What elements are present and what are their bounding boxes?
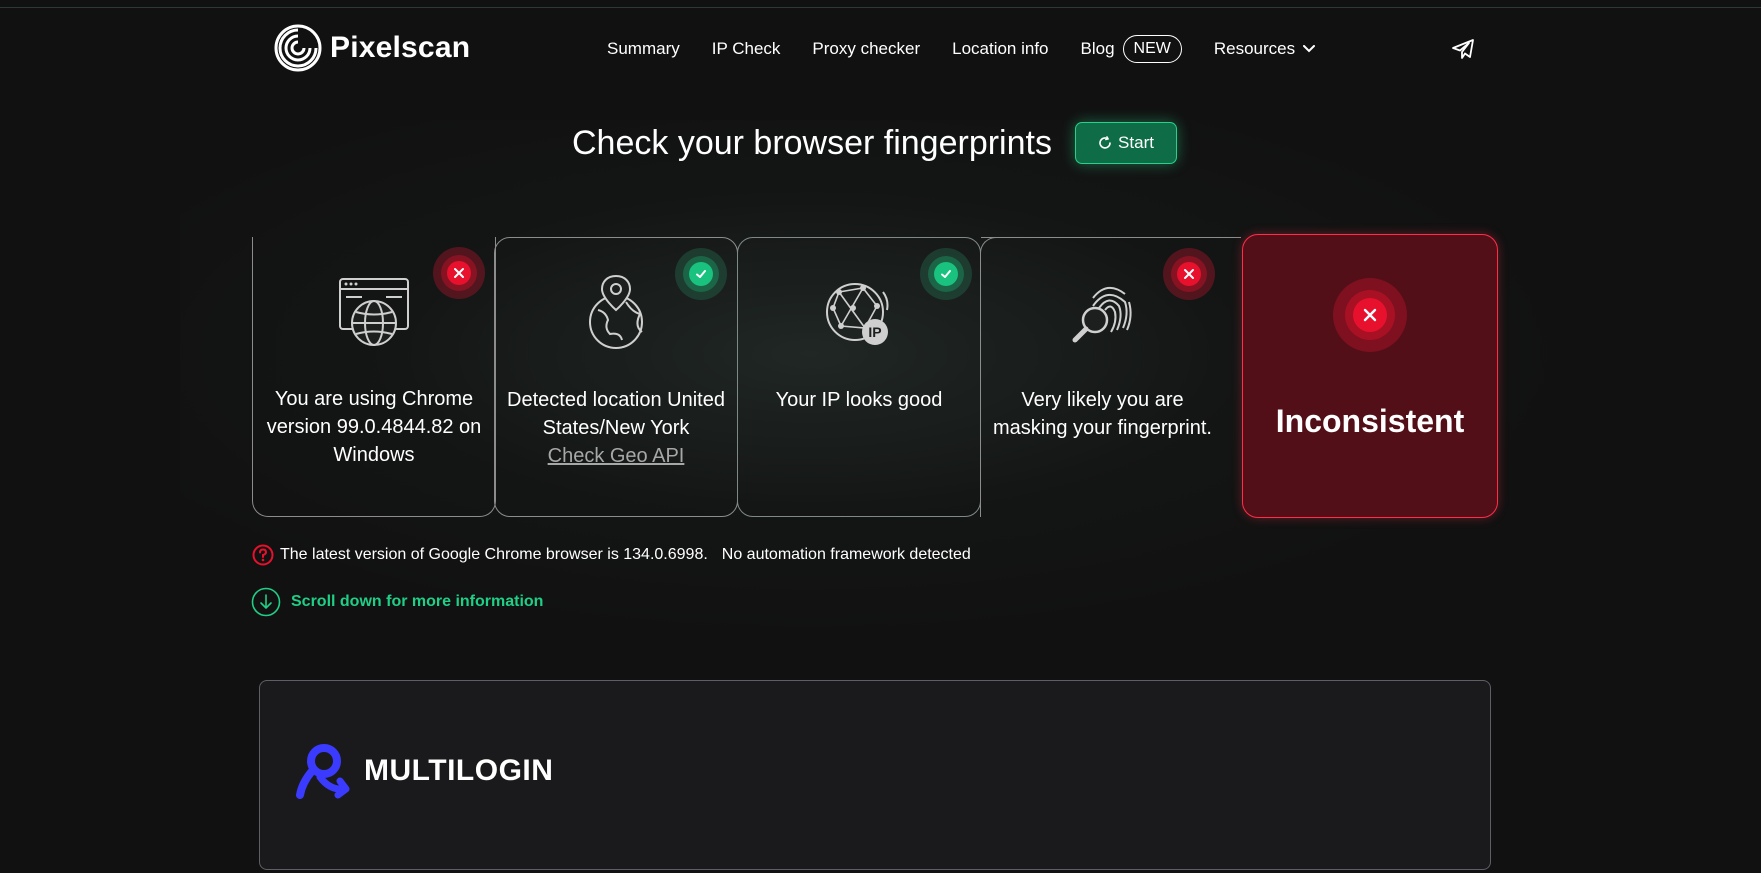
chrome-version-info: The latest version of Google Chrome brow… <box>280 546 708 563</box>
svg-text:IP: IP <box>868 324 881 340</box>
arrow-down-circle-icon <box>251 587 281 617</box>
location-text: Detected location United States/New York <box>507 389 725 439</box>
x-icon <box>454 268 464 278</box>
result-card: Inconsistent <box>1242 234 1498 518</box>
question-circle-icon[interactable] <box>252 544 274 566</box>
start-button[interactable]: Start <box>1075 122 1177 164</box>
browser-globe-icon <box>339 278 409 346</box>
scroll-down-label: Scroll down for more information <box>291 593 544 610</box>
info-line: The latest version of Google Chrome brow… <box>252 544 971 566</box>
fingerprint-card: Very likely you are masking your fingerp… <box>980 236 1241 517</box>
scroll-down-link[interactable]: Scroll down for more information <box>251 587 543 617</box>
start-button-label: Start <box>1118 133 1154 152</box>
page-title: Check your browser fingerprints <box>572 124 1052 162</box>
main-nav: Summary IP Check Proxy checker Location … <box>607 32 1347 66</box>
location-globe-icon <box>589 274 643 349</box>
automation-info: No automation framework detected <box>721 546 971 563</box>
browser-card: You are using Chrome version 99.0.4844.8… <box>252 237 496 517</box>
multilogin-brand: MULTILOGIN <box>364 754 554 787</box>
nav-location-info[interactable]: Location info <box>952 39 1048 59</box>
nav-blog[interactable]: Blog <box>1081 39 1115 59</box>
nav-resources-label: Resources <box>1213 39 1296 58</box>
result-status <box>1333 278 1407 352</box>
pixelscan-logo-icon <box>274 24 322 72</box>
location-card-text: Detected location United States/New York… <box>505 386 727 470</box>
pixelscan-logo[interactable]: Pixelscan <box>274 22 470 74</box>
browser-card-text: You are using Chrome version 99.0.4844.8… <box>266 388 482 466</box>
nav-proxy-checker[interactable]: Proxy checker <box>812 39 920 59</box>
telegram-icon[interactable] <box>1451 38 1475 60</box>
new-badge: NEW <box>1122 35 1182 63</box>
fingerprint-card-text: Very likely you are masking your fingerp… <box>993 389 1212 439</box>
x-icon <box>1363 308 1377 322</box>
fingerprint-magnifier-icon <box>1072 287 1132 343</box>
check-icon <box>696 270 706 278</box>
nav-summary[interactable]: Summary <box>607 39 680 59</box>
status-ok <box>675 248 727 300</box>
multilogin-banner[interactable]: MULTILOGIN <box>259 680 1491 870</box>
refresh-icon <box>1099 136 1111 149</box>
multilogin-logo-icon <box>296 744 350 799</box>
status-error <box>1163 248 1215 300</box>
status-ok <box>920 248 972 300</box>
x-icon <box>1184 269 1194 279</box>
multilogin-logo: MULTILOGIN <box>296 743 553 799</box>
ip-card: IP Your IP looks good <box>737 237 981 517</box>
location-card: Detected location United States/New York… <box>494 237 738 517</box>
check-icon <box>941 270 951 278</box>
ip-card-text: Your IP looks good <box>775 389 943 411</box>
nav-resources[interactable]: Resources <box>1213 39 1316 59</box>
top-border <box>0 7 1761 8</box>
status-error <box>433 247 485 299</box>
chevron-down-icon <box>1303 45 1316 53</box>
result-label: Inconsistent <box>1275 403 1465 439</box>
logo-text: Pixelscan <box>330 31 471 64</box>
card-top-edge <box>981 236 1241 238</box>
check-geo-api-link[interactable]: Check Geo API <box>505 442 727 470</box>
nav-ip-check[interactable]: IP Check <box>712 39 781 59</box>
ip-globe-icon: IP <box>826 283 889 345</box>
